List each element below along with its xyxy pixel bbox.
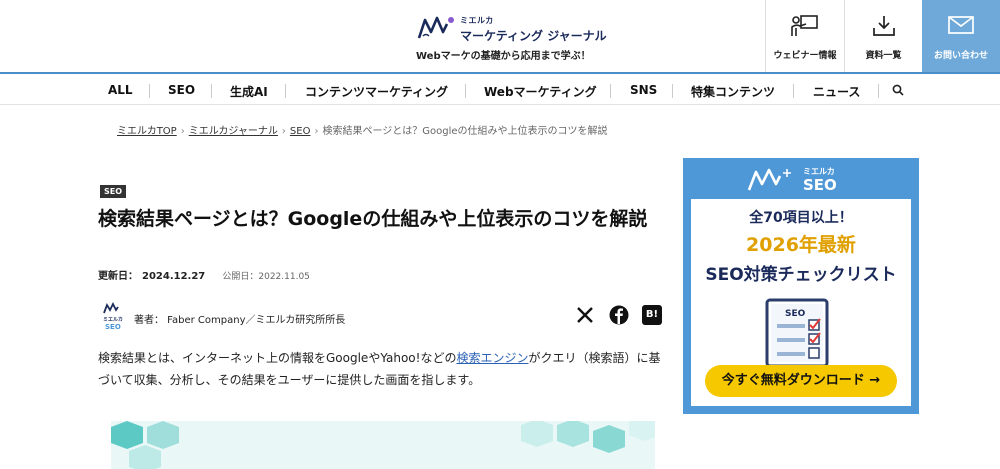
nav-item-seo[interactable]: SEO (168, 83, 195, 97)
contact-button[interactable]: お問い合わせ (922, 0, 1000, 72)
site-logo[interactable]: ミエルカ マーケティング ジャーナル Webマーケの基礎から応用まで学ぶ！ (405, 10, 607, 66)
documents-button[interactable]: 資料一覧 (844, 0, 922, 72)
x-icon[interactable] (575, 305, 595, 325)
logo-mark-icon (417, 16, 454, 39)
published-label: 公開日： (222, 272, 259, 282)
banner-logo-icon (747, 168, 791, 191)
nav-item-news[interactable]: ニュース (813, 83, 860, 100)
article-title: 検索結果ページとは？Googleの仕組みや上位表示のコツを解説 (98, 208, 648, 230)
logo-title: マーケティング ジャーナル (460, 29, 607, 43)
nav-item-web-marketing[interactable]: Webマーケティング (484, 83, 597, 100)
banner-headline: 全70項目以上！ (749, 210, 853, 226)
search-engine-link[interactable]: 検索エンジン (456, 351, 528, 365)
author-avatar: ミエルカ SEO (103, 301, 123, 331)
webinar-button[interactable]: ウェビナー情報 (765, 0, 844, 72)
nav-item-features[interactable]: 特集コンテンツ (691, 83, 775, 100)
checklist-document-icon: SEO (765, 298, 829, 368)
hatena-bookmark-icon[interactable]: B! (642, 305, 662, 325)
banner-year: 2026年最新 (746, 234, 856, 256)
breadcrumb-link[interactable]: SEO (290, 126, 311, 137)
published-date: 2022.11.05 (258, 272, 310, 282)
documents-label: 資料一覧 (865, 51, 902, 61)
contact-label: お問い合わせ (933, 51, 988, 61)
article-intro: 検索結果とは、インターネット上の情報をGoogleやYahoo!などの検索エンジ… (98, 347, 668, 391)
breadcrumb-chevron-icon: › (281, 126, 286, 137)
hero-image (111, 421, 655, 469)
intro-text: 検索結果とは、インターネット上の情報をGoogleやYahoo!などの (98, 351, 457, 365)
banner-title: SEO対策チェックリスト (705, 265, 897, 285)
facebook-icon[interactable] (609, 305, 629, 325)
author-name: 著者： Faber Company／ミエルカ研究所所長 (134, 315, 346, 326)
nav-divider (878, 84, 879, 98)
search-icon[interactable] (892, 84, 904, 96)
hexagon-pattern-icon (111, 421, 655, 469)
nav-item-sns[interactable]: SNS (630, 83, 657, 97)
nav-divider (465, 84, 466, 98)
download-icon (872, 16, 895, 36)
nav-item-content-marketing[interactable]: コンテンツマーケティング (305, 83, 448, 100)
nav-divider (149, 84, 150, 98)
breadcrumb-chevron-icon: › (180, 126, 185, 137)
main-nav: ALL SEO 生成AI コンテンツマーケティング Webマーケティング SNS… (0, 76, 1000, 105)
breadcrumb: ミエルカTOP › ミエルカジャーナル › SEO › 検索結果ページとは？Googleの仕… (117, 122, 608, 137)
nav-divider (610, 84, 611, 98)
nav-divider (672, 84, 673, 98)
breadcrumb-link[interactable]: ミエルカTOP (117, 126, 177, 137)
checklist-doc-label: SEO (785, 309, 806, 319)
breadcrumb-current: 検索結果ページとは？Googleの仕組みや上位表示のコツを解説 (322, 126, 608, 137)
mail-icon (948, 16, 974, 34)
webinar-label: ウェビナー情報 (773, 51, 837, 61)
breadcrumb-link[interactable]: ミエルカジャーナル (189, 126, 278, 137)
banner-card: 全70項目以上！ 2026年最新 SEO対策チェックリスト SEO 今すぐ無料ダ… (691, 199, 911, 406)
svg-text:ミエルカ: ミエルカ (103, 316, 123, 323)
site-header: ミエルカ マーケティング ジャーナル Webマーケの基礎から応用まで学ぶ！ ウェ… (0, 0, 1000, 74)
category-tag[interactable]: SEO (100, 185, 127, 198)
breadcrumb-chevron-icon: › (314, 126, 319, 137)
nav-divider (211, 84, 212, 98)
nav-divider (793, 84, 794, 98)
download-cta-button[interactable]: 今すぐ無料ダウンロード → (705, 365, 897, 397)
nav-item-all[interactable]: ALL (108, 83, 133, 97)
svg-text:SEO: SEO (105, 323, 121, 331)
nav-divider (285, 84, 286, 98)
updated-label: 更新日： (98, 271, 138, 282)
seo-checklist-banner[interactable]: ミエルカ SEO 全70項目以上！ 2026年最新 SEO対策チェックリスト S… (683, 158, 919, 414)
nav-item-genai[interactable]: 生成AI (230, 83, 268, 100)
presenter-icon (791, 15, 818, 36)
logo-subtext: ミエルカ (460, 16, 494, 25)
logo-tagline: Webマーケの基礎から応用まで学ぶ！ (416, 51, 591, 62)
updated-date: 2024.12.27 (142, 271, 206, 282)
banner-logo-seo: SEO (803, 176, 837, 194)
article-dates: 更新日： 2024.12.27 公開日：2022.11.05 (98, 264, 310, 283)
